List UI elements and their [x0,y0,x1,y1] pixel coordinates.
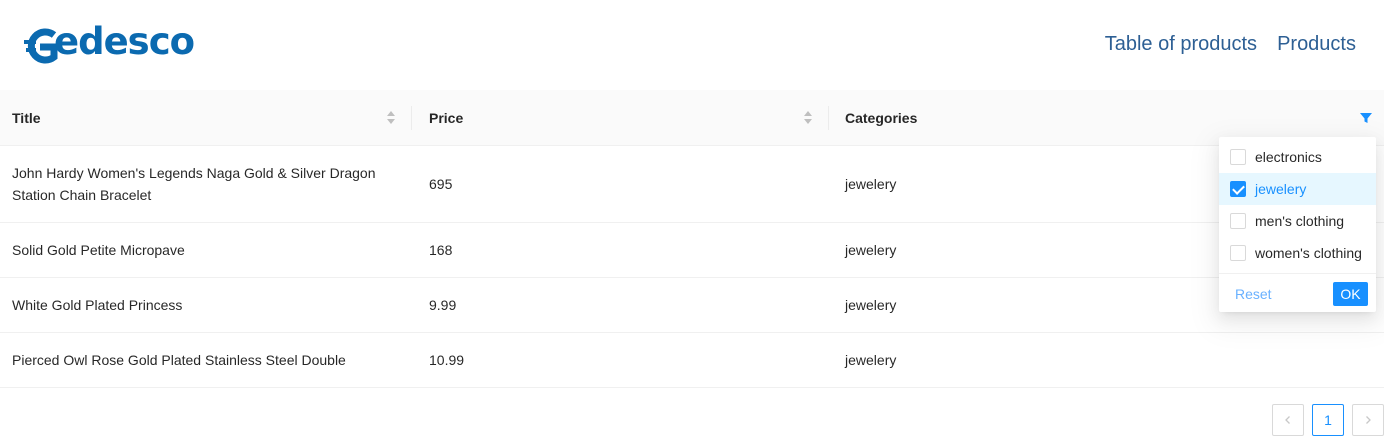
column-header-categories: Categories [845,110,918,126]
chevron-left-icon [1285,416,1290,424]
table-row: White Gold Plated Princess 9.99 jewelery [0,278,1384,333]
column-divider [411,106,412,130]
page-1-button[interactable]: 1 [1312,404,1344,436]
gedesco-logo[interactable]: edesco [24,20,224,66]
filter-option-label: women's clothing [1255,245,1362,261]
ok-button[interactable]: OK [1333,282,1368,306]
cell-price: 9.99 [429,297,457,313]
column-header-price[interactable]: Price [429,90,463,146]
checkbox-checked[interactable] [1230,181,1246,197]
cell-category: jewelery [845,297,897,313]
cell-title-line: John Hardy Women's Legends Naga Gold & S… [12,165,376,181]
cell-title: Pierced Owl Rose Gold Plated Stainless S… [12,352,346,368]
category-filter-dropdown: electronics jewelery men's clothing wome… [1219,137,1376,312]
cell-category: jewelery [845,176,897,192]
filter-option-mens-clothing[interactable]: men's clothing [1219,205,1376,237]
sort-caret-icon[interactable] [387,111,395,125]
nav-table-of-products[interactable]: Table of products [1105,33,1257,56]
chevron-right-icon [1366,416,1371,424]
filter-option-electronics[interactable]: electronics [1219,141,1376,173]
table-row: Pierced Owl Rose Gold Plated Stainless S… [0,333,1384,388]
filter-option-label: jewelery [1255,181,1307,197]
column-divider [828,106,829,130]
filter-icon[interactable] [1359,111,1373,125]
cell-price: 10.99 [429,352,465,368]
checkbox[interactable] [1230,245,1246,261]
filter-option-jewelery[interactable]: jewelery [1219,173,1376,205]
logo-text: edesco [54,20,195,63]
nav-products[interactable]: Products [1277,33,1356,56]
filter-option-label: electronics [1255,149,1322,165]
checkbox[interactable] [1230,149,1246,165]
reset-button[interactable]: Reset [1235,286,1272,302]
logo-mark-icon [24,28,58,64]
cell-title-line: Station Chain Bracelet [12,187,152,203]
products-table: Title Price Categories John Hardy Women'… [0,90,1384,388]
cell-price: 168 [429,242,453,258]
sort-caret-icon[interactable] [804,111,812,125]
column-header-title[interactable]: Title [12,90,41,146]
checkbox[interactable] [1230,213,1246,229]
table-row: John Hardy Women's Legends Naga Gold & S… [0,146,1384,223]
cell-category: jewelery [845,242,897,258]
cell-price: 695 [429,176,453,192]
cell-title: White Gold Plated Princess [12,297,183,313]
cell-category: jewelery [845,352,897,368]
next-page-button[interactable] [1352,404,1384,436]
filter-option-label: men's clothing [1255,213,1345,229]
table-row: Solid Gold Petite Micropave 168 jewelery [0,223,1384,278]
top-nav: Table of products Products [1105,33,1356,56]
table-header: Title Price Categories [0,90,1384,146]
cell-title: John Hardy Women's Legends Naga Gold & S… [12,162,376,206]
prev-page-button[interactable] [1272,404,1304,436]
filter-dropdown-footer: Reset OK [1219,273,1376,312]
cell-title: Solid Gold Petite Micropave [12,242,185,258]
app-header: edesco Table of products Products [0,0,1384,90]
filter-option-womens-clothing[interactable]: women's clothing [1219,237,1376,269]
